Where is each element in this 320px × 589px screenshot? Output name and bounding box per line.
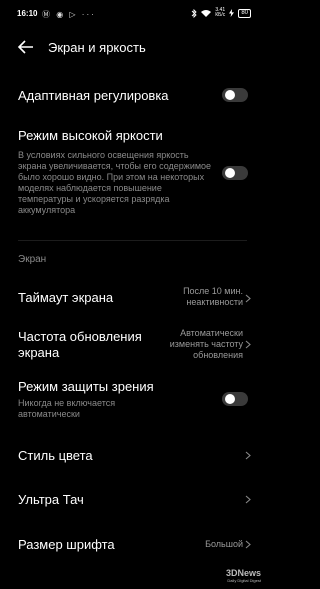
battery-indicator: 80 xyxy=(238,8,251,18)
toggle-knob xyxy=(225,168,235,178)
refresh-rate-label-line2: экрана xyxy=(18,345,60,360)
chevron-right-icon xyxy=(245,451,251,460)
chevron-right-icon xyxy=(245,340,251,349)
screen-timeout-row[interactable]: Таймаут экрана После 10 мин. неактивност… xyxy=(0,282,265,314)
status-right: 3.41 КБ/с 80 xyxy=(191,8,251,18)
adaptive-brightness-toggle[interactable] xyxy=(222,88,248,102)
toggle-knob xyxy=(225,90,235,100)
refresh-rate-value-line3: обновления xyxy=(193,350,243,360)
net-speed: 3.41 КБ/с xyxy=(215,8,225,18)
eye-protection-description-line2: автоматически xyxy=(18,409,80,419)
adaptive-brightness-row[interactable]: Адаптивная регулировка xyxy=(0,84,265,108)
chevron-right-icon xyxy=(245,294,251,303)
eye-protection-toggle[interactable] xyxy=(222,392,248,406)
refresh-rate-row[interactable]: Частота обновления экрана Автоматически … xyxy=(0,326,265,364)
bluetooth-icon xyxy=(191,8,197,18)
watermark: 3DNews Daily Digital Digest xyxy=(226,569,261,585)
watermark-logo: 3DNews xyxy=(225,568,261,578)
screen-timeout-value-line1: После 10 мин. xyxy=(183,286,243,296)
font-size-label: Размер шрифта xyxy=(18,537,115,552)
status-bar: 16:10 Ⓜ ◉ ▷ ··· 3.41 КБ/с 80 xyxy=(0,0,265,26)
high-brightness-description: В условиях сильного освещения яркость эк… xyxy=(18,150,212,215)
net-speed-unit: КБ/с xyxy=(215,12,226,18)
section-title-screen: Экран xyxy=(18,254,47,265)
eye-protection-row[interactable]: Режим защиты зрения Никогда не включаетс… xyxy=(0,376,265,420)
header: Экран и яркость xyxy=(0,36,265,58)
screen-timeout-value: После 10 мин. неактивности xyxy=(183,286,243,308)
divider xyxy=(18,240,247,241)
refresh-rate-value: Автоматически изменять частоту обновлени… xyxy=(170,328,243,361)
charging-icon xyxy=(229,9,235,17)
chevron-right-icon xyxy=(245,495,251,504)
ultra-touch-row[interactable]: Ультра Тач xyxy=(0,488,265,512)
font-size-value: Большой xyxy=(205,539,243,549)
chevron-right-icon xyxy=(245,540,251,549)
ultra-touch-label: Ультра Тач xyxy=(18,492,84,507)
font-size-row[interactable]: Размер шрифта Большой xyxy=(0,533,265,557)
refresh-rate-value-line1: Автоматически xyxy=(180,328,243,338)
wifi-icon xyxy=(201,10,212,17)
watermark-tagline: Daily Digital Digest xyxy=(227,578,261,583)
notification-icons: Ⓜ ◉ ▷ ··· xyxy=(42,10,96,19)
eye-protection-label: Режим защиты зрения xyxy=(18,379,154,394)
arrow-left-icon[interactable] xyxy=(17,38,35,56)
page-title: Экран и яркость xyxy=(48,40,146,55)
screen-timeout-label: Таймаут экрана xyxy=(18,290,114,305)
adaptive-brightness-label: Адаптивная регулировка xyxy=(18,88,169,103)
high-brightness-row[interactable]: Режим высокой яркости В условиях сильног… xyxy=(0,126,265,222)
refresh-rate-label-line1: Частота обновления xyxy=(18,329,142,344)
color-style-label: Стиль цвета xyxy=(18,448,93,463)
color-style-row[interactable]: Стиль цвета xyxy=(0,444,265,468)
status-time: 16:10 xyxy=(17,9,38,18)
high-brightness-label: Режим высокой яркости xyxy=(18,128,163,143)
eye-protection-description-line1: Никогда не включается xyxy=(18,398,116,408)
high-brightness-toggle[interactable] xyxy=(222,166,248,180)
refresh-rate-value-line2: изменять частоту xyxy=(169,339,243,349)
toggle-knob xyxy=(225,394,235,404)
screen-timeout-value-line2: неактивности xyxy=(186,297,243,307)
